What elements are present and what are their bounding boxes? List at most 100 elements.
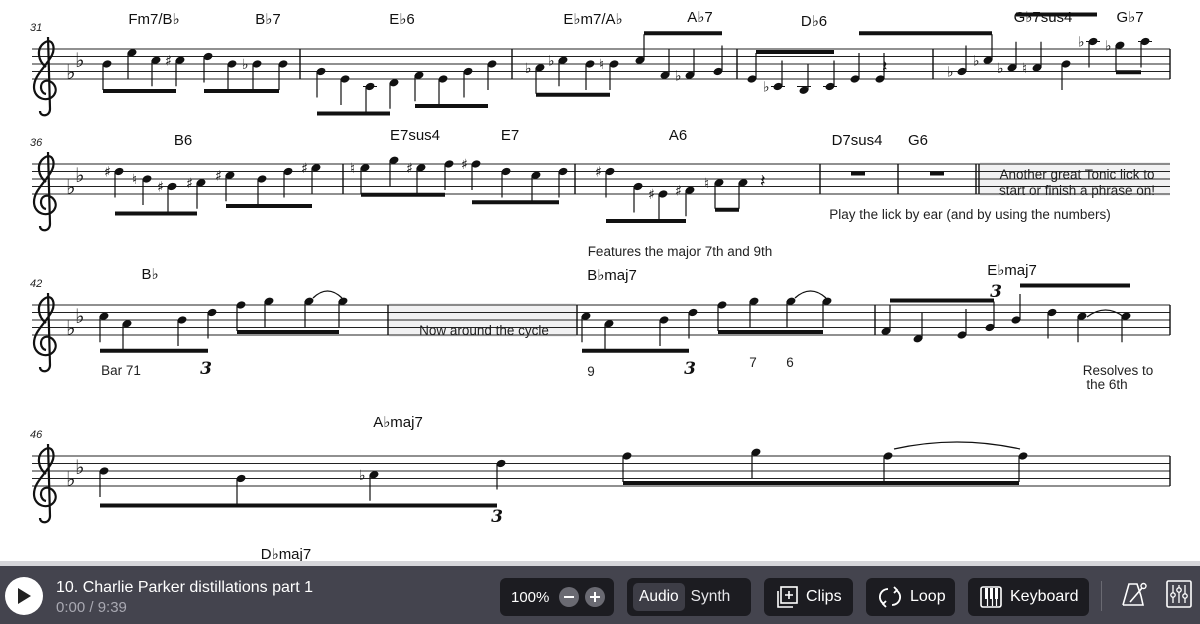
staff-system-4: ♭	[32, 442, 1171, 524]
beam	[100, 503, 497, 508]
clips-icon	[777, 586, 798, 608]
bar-number: 31	[30, 22, 42, 34]
triplet-marker: 3	[990, 282, 1002, 302]
beam	[115, 211, 197, 216]
minus-icon	[564, 596, 575, 598]
accidental: ♭	[359, 468, 366, 484]
beam	[890, 298, 994, 303]
accidental: ♭	[947, 65, 954, 81]
score-annotation: start or finish a phrase on!	[999, 183, 1155, 198]
play-button[interactable]	[5, 577, 43, 615]
chord-symbol: D♭6	[801, 13, 827, 30]
tie	[312, 290, 343, 299]
mixer-icon	[1166, 580, 1192, 608]
chord-symbol: B♭	[141, 266, 158, 283]
chord-symbol: G♭7	[1116, 9, 1143, 26]
loop-icon	[878, 586, 902, 608]
beam	[606, 219, 686, 223]
beam	[100, 348, 208, 353]
score-annotation: Play the lick by ear (and by using the n…	[829, 207, 1110, 222]
accidental: ♭	[675, 68, 682, 84]
accidental: ♭	[1078, 35, 1085, 51]
clips-label: Clips	[806, 588, 842, 605]
chord-symbol: A♭maj7	[373, 414, 423, 431]
keyboard-button[interactable]: Keyboard	[968, 578, 1089, 616]
zoom-out-button[interactable]	[559, 587, 580, 607]
accidental: ♯	[675, 183, 682, 199]
whole-rest	[930, 171, 944, 176]
beam	[1116, 70, 1141, 75]
beam	[103, 89, 176, 93]
mixer-button[interactable]	[1166, 580, 1192, 613]
loop-button[interactable]: Loop	[866, 578, 955, 616]
whole-rest	[851, 171, 865, 176]
tie	[1086, 309, 1125, 318]
triplet-marker: 3	[200, 359, 212, 379]
accidental: ♯	[301, 161, 308, 177]
beam	[237, 330, 339, 334]
beam	[1020, 283, 1130, 288]
accidental: ♮	[132, 172, 137, 188]
accidental: ♮	[599, 57, 604, 73]
beam	[472, 200, 559, 205]
bar-number: 46	[30, 429, 43, 441]
beam	[317, 111, 390, 116]
accidental: ♭	[763, 80, 770, 96]
audio-synth-toggle: Audio Synth	[627, 578, 751, 616]
score-annotation: Features the major 7th and 9th	[588, 244, 773, 259]
chord-symbol: D7sus4	[832, 132, 883, 149]
accidental: ♭	[242, 57, 249, 73]
beam	[715, 207, 739, 212]
beam	[756, 50, 834, 54]
chord-symbol: E♭m7/A♭	[563, 11, 622, 28]
beam	[623, 481, 1019, 485]
score-annotation: Bar 71	[101, 363, 141, 378]
track-time: 0:00 / 9:39	[56, 599, 127, 616]
chord-symbol: G♭7sus4	[1014, 9, 1073, 26]
score-annotation: the 6th	[1086, 377, 1127, 392]
plus-icon	[590, 592, 601, 602]
quarter-rest: 𝄽	[882, 57, 888, 78]
track-title: 10. Charlie Parker distillations part 1	[56, 579, 314, 596]
beam	[582, 348, 689, 353]
chord-symbol: E7sus4	[390, 127, 440, 144]
accidental: ♭	[548, 53, 555, 69]
accidental: ♭	[525, 61, 532, 77]
bar-number: 42	[30, 278, 42, 290]
tie	[794, 290, 827, 299]
score-annotation: 6	[786, 355, 794, 370]
chord-symbol: Fm7/B♭	[128, 11, 179, 28]
accidental: ♭	[1105, 38, 1112, 54]
zoom-in-button[interactable]	[585, 587, 606, 607]
triplet-marker: 3	[684, 359, 696, 379]
accidental: ♮	[350, 161, 355, 177]
quarter-rest: 𝄽	[760, 171, 766, 192]
accidental: ♭	[973, 53, 980, 69]
chord-symbol: G6	[908, 132, 928, 149]
sheet-music-score: ♭ ♭ ♯♭♭♭♮♭♭♭♭♭♮♭♭♯♮♯♯♯♯♮♯♯♯♯♯♮♭ 31Fm7/B♭…	[30, 9, 1171, 563]
mode-synth[interactable]: Synth	[685, 583, 737, 611]
metronome-icon	[1122, 582, 1147, 606]
accidental: ♯	[104, 165, 111, 181]
chord-symbol: A6	[669, 127, 687, 144]
metronome-button[interactable]	[1120, 580, 1148, 613]
beam	[415, 104, 488, 108]
clips-button[interactable]: Clips	[764, 578, 853, 616]
accidental: ♯	[165, 53, 172, 69]
chord-symbol: B♭7	[255, 11, 280, 28]
triplet-marker: 3	[491, 507, 503, 527]
loop-label: Loop	[910, 588, 946, 605]
score-annotation: Another great Tonic lick to	[999, 167, 1154, 182]
accidental: ♯	[648, 187, 655, 203]
accidental: ♯	[186, 176, 193, 192]
beam	[204, 89, 279, 93]
chord-symbol: E♭6	[389, 11, 414, 28]
mode-audio[interactable]: Audio	[633, 583, 685, 611]
keyboard-icon	[980, 586, 1002, 608]
zoom-control: 100%	[500, 578, 614, 616]
score-annotation: Resolves to	[1083, 363, 1154, 378]
beam	[361, 192, 445, 197]
accidental: ♯	[595, 165, 602, 181]
keyboard-label: Keyboard	[1010, 588, 1079, 605]
accidental: ♭	[997, 61, 1004, 77]
